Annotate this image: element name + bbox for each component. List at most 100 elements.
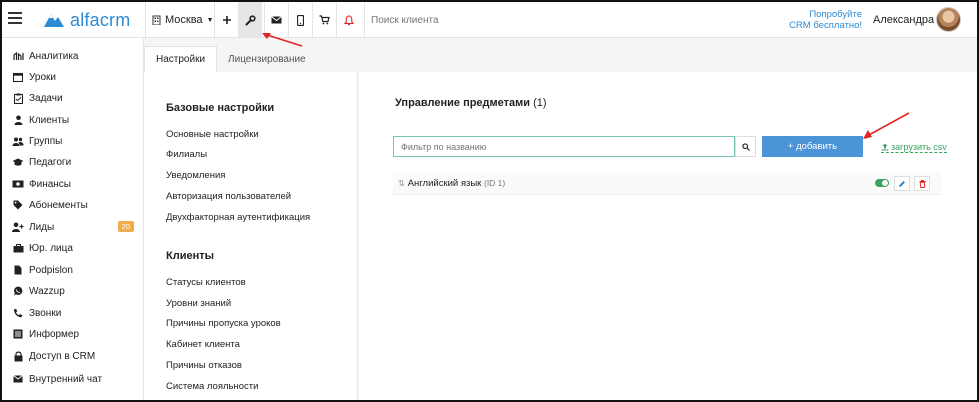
sidebar-item-internal-chat[interactable]: Внутренний чат [12, 369, 138, 389]
chevron-down-icon: ▼ [206, 16, 214, 24]
cart-icon[interactable] [312, 2, 336, 38]
promo-line-1: Попробуйте [809, 9, 862, 20]
trash-icon [919, 179, 925, 188]
sidebar-item-label: Аналитика [29, 50, 79, 62]
user-plus-icon [12, 222, 24, 232]
page-title: Управление предметами (1) [395, 97, 547, 109]
settings-link-user-auth[interactable]: Авторизация пользователей [166, 191, 291, 202]
add-subject-button[interactable]: + добавить [762, 136, 863, 157]
client-search-input[interactable] [371, 14, 631, 26]
sort-handle-icon[interactable]: ⇅ [398, 179, 405, 188]
upload-icon [881, 143, 889, 151]
sidebar-item-label: Лиды [29, 221, 55, 233]
settings-link-client-statuses[interactable]: Статусы клиентов [166, 277, 246, 288]
sidebar-item-wazzup[interactable]: Wazzup [12, 281, 138, 301]
sidebar-item-podpislon[interactable]: Podpislon [12, 260, 138, 280]
sidebar-item-label: Юр. лица [29, 242, 73, 254]
sidebar-item-label: Абонементы [29, 199, 88, 211]
subjects-panel: Управление предметами (1) + добавить заг… [359, 72, 977, 400]
envelope-icon [12, 374, 24, 384]
settings-link-notifications[interactable]: Уведомления [166, 170, 225, 181]
sidebar-item-informer[interactable]: Информер [12, 324, 138, 344]
sidebar-item-finance[interactable]: Финансы [12, 174, 138, 194]
settings-link-absence-reasons[interactable]: Причины пропуска уроков [166, 318, 281, 329]
money-icon [12, 179, 24, 189]
upload-csv-link[interactable]: загрузить csv [881, 142, 947, 153]
sidebar-item-label: Уроки [29, 71, 56, 83]
mail-icon[interactable] [264, 2, 288, 38]
subjects-count: (1) [533, 97, 547, 109]
sidebar-item-label: Podpislon [29, 264, 73, 276]
tab-settings[interactable]: Настройки [144, 46, 218, 72]
sidebar-item-label: Педагоги [29, 156, 72, 168]
sidebar-item-label: Группы [29, 135, 63, 147]
graduation-cap-icon [12, 157, 24, 167]
edit-button[interactable] [894, 176, 910, 191]
sidebar-item-subscriptions[interactable]: Абонементы [12, 195, 138, 215]
leads-count-badge: 20 [117, 221, 134, 232]
subject-name-text: Английский язык [407, 178, 482, 189]
sidebar-item-leads[interactable]: Лиды 20 [12, 217, 138, 237]
page-title-text: Управление предметами [395, 97, 531, 109]
promo-line-2: CRM бесплатно! [789, 20, 862, 31]
lock-icon [12, 351, 24, 361]
content-area: Настройки Лицензирование Базовые настрой… [144, 38, 977, 400]
sidebar-item-label: Wazzup [29, 285, 65, 297]
sidebar-item-groups[interactable]: Группы [12, 131, 138, 151]
sidebar-item-teachers[interactable]: Педагоги [12, 152, 138, 172]
delete-button[interactable] [914, 176, 930, 191]
settings-link-2fa[interactable]: Двухфакторная аутентификация [166, 212, 310, 223]
tab-licensing[interactable]: Лицензирование [217, 46, 317, 72]
clients-settings-title: Клиенты [166, 250, 215, 262]
sidebar-item-label: Информер [29, 328, 80, 340]
settings-link-branches[interactable]: Филиалы [166, 149, 207, 160]
sidebar-item-analytics[interactable]: Аналитика [12, 46, 138, 66]
city-selector[interactable]: Москва ▼ [145, 2, 214, 38]
sidebar-item-legal-entities[interactable]: Юр. лица [12, 238, 138, 258]
sidebar-item-label: Звонки [29, 307, 62, 319]
subject-enabled-toggle[interactable] [875, 179, 889, 187]
logo-text: alfacrm [70, 9, 131, 30]
upload-csv-label: загрузить csv [891, 142, 947, 152]
basic-settings-title: Базовые настройки [166, 102, 275, 114]
filter-input[interactable] [394, 137, 714, 156]
whatsapp-icon [12, 286, 24, 296]
settings-link-loyalty[interactable]: Система лояльности [166, 381, 258, 392]
users-icon [12, 136, 24, 146]
settings-link-knowledge-levels[interactable]: Уровни знаний [166, 298, 231, 309]
bell-icon[interactable] [336, 2, 360, 38]
sidebar-item-label: Клиенты [29, 114, 70, 126]
user-name[interactable]: Александра [873, 14, 934, 26]
menu-icon[interactable] [8, 12, 22, 24]
settings-link-client-cabinet[interactable]: Кабинет клиента [166, 339, 240, 350]
plus-icon[interactable] [214, 2, 238, 38]
tag-icon [12, 200, 24, 210]
logo[interactable]: alfacrm [42, 10, 130, 30]
analytics-icon [12, 51, 24, 61]
wrench-icon[interactable] [238, 2, 262, 38]
sidebar-item-tasks[interactable]: Задачи [12, 88, 138, 108]
filter-field[interactable] [393, 136, 735, 157]
clipboard-icon [12, 93, 24, 104]
promo-link[interactable]: Попробуйте CRM бесплатно! [772, 9, 862, 31]
sidebar-item-label: Внутренний чат [29, 373, 103, 385]
settings-link-general[interactable]: Основные настройки [166, 129, 259, 140]
sidebar-item-lessons[interactable]: Уроки [12, 67, 138, 87]
sidebar-item-calls[interactable]: Звонки [12, 303, 138, 323]
settings-menu: Базовые настройки Основные настройки Фил… [144, 72, 358, 400]
settings-link-refusal-reasons[interactable]: Причины отказов [166, 360, 242, 371]
app-window: alfacrm Москва ▼ Попробуйте [0, 0, 979, 402]
list-icon [12, 329, 24, 339]
pencil-icon [899, 180, 905, 187]
client-search[interactable] [364, 2, 664, 38]
avatar[interactable] [936, 7, 961, 32]
sidebar-item-clients[interactable]: Клиенты [12, 110, 138, 130]
filter-search-button[interactable] [735, 136, 756, 157]
sidebar: Аналитика Уроки Задачи Клиенты Группы Пе… [2, 38, 144, 400]
phone-icon [12, 308, 24, 318]
building-icon [152, 15, 161, 25]
sidebar-item-label: Доступ в CRM [29, 350, 96, 362]
phone-icon[interactable] [288, 2, 312, 38]
sidebar-item-crm-access[interactable]: Доступ в CRM [12, 346, 138, 366]
file-icon [12, 265, 24, 275]
